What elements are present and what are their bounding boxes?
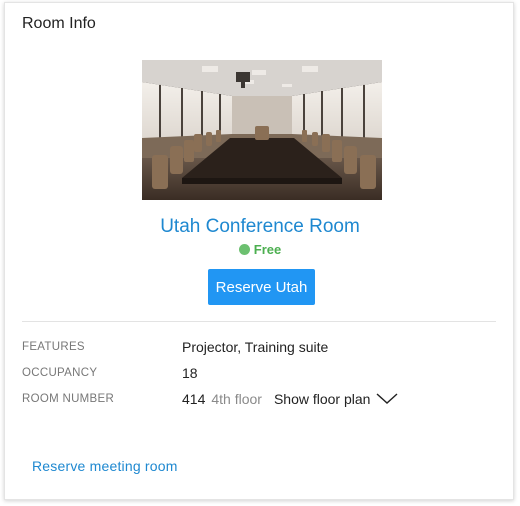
divider xyxy=(22,321,496,322)
panel-title: Room Info xyxy=(22,15,96,32)
show-floor-plan-toggle[interactable]: Show floor plan xyxy=(274,391,399,407)
status-dot-icon xyxy=(238,244,250,255)
room-number-row: 414 4th floor Show floor plan xyxy=(182,391,398,407)
occupancy-value: 18 xyxy=(182,365,198,381)
occupancy-label: OCCUPANCY xyxy=(22,367,98,379)
reserve-room-button[interactable]: Reserve Utah xyxy=(208,269,315,305)
floor-text: 4th floor xyxy=(211,391,262,407)
features-value: Projector, Training suite xyxy=(182,339,329,355)
room-number-value: 414 xyxy=(182,391,206,407)
chevron-down-icon xyxy=(377,393,398,404)
floor-plan-label: Show floor plan xyxy=(273,391,371,407)
room-name: Utah Conference Room xyxy=(160,216,360,237)
room-info-card: Room Info Utah Conference Room Free Rese… xyxy=(4,2,514,500)
reserve-meeting-room-link[interactable]: Reserve meeting room xyxy=(32,458,178,474)
room-photo xyxy=(142,60,382,200)
room-number-label: ROOM NUMBER xyxy=(22,393,115,405)
features-label: FEATURES xyxy=(22,341,85,353)
availability-status: Free xyxy=(5,242,515,257)
status-text: Free xyxy=(253,242,282,257)
